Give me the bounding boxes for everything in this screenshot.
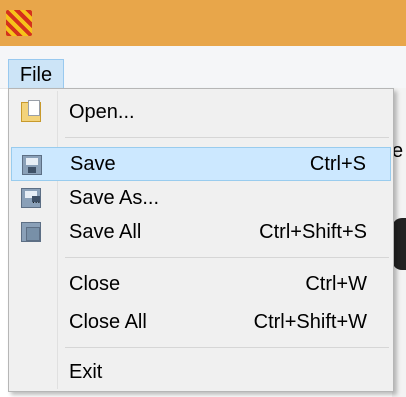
menu-item-save-as[interactable]: Save As...	[11, 181, 391, 215]
window-title-bar	[0, 0, 406, 46]
save-disk-icon	[22, 155, 42, 175]
menu-item-open[interactable]: Open...	[11, 95, 391, 129]
menu-separator	[65, 257, 389, 258]
menu-separator	[65, 347, 389, 348]
menu-separator	[65, 137, 389, 138]
menu-item-label: Save	[70, 153, 116, 175]
menu-item-label: Close	[69, 273, 121, 295]
app-logo-icon	[6, 10, 32, 36]
menu-item-label: Open...	[69, 101, 135, 123]
background-shape	[392, 218, 406, 270]
file-menu-dropdown: Open... Save Ctrl+S Save As... Save All …	[8, 88, 394, 392]
menu-item-save-all[interactable]: Save All Ctrl+Shift+S	[11, 215, 391, 249]
menu-item-close-all[interactable]: Close All Ctrl+Shift+W	[11, 305, 391, 339]
menu-item-close[interactable]: Close Ctrl+W	[11, 267, 391, 301]
menu-item-exit[interactable]: Exit	[11, 355, 391, 389]
menu-item-label: Save All	[69, 221, 142, 243]
menu-file[interactable]: File	[8, 59, 64, 89]
menu-item-shortcut: Ctrl+Shift+W	[253, 311, 367, 333]
save-all-icon	[21, 222, 41, 242]
menu-item-shortcut: Ctrl+W	[305, 273, 367, 295]
save-as-icon	[21, 188, 41, 208]
menu-item-shortcut: Ctrl+S	[309, 153, 366, 175]
menu-item-save[interactable]: Save Ctrl+S	[11, 147, 391, 181]
menu-item-label: Save As...	[69, 187, 160, 209]
open-folder-icon	[21, 100, 41, 122]
menu-item-label: Close All	[69, 311, 147, 333]
menu-item-label: Exit	[69, 361, 103, 383]
menu-item-shortcut: Ctrl+Shift+S	[259, 221, 367, 243]
